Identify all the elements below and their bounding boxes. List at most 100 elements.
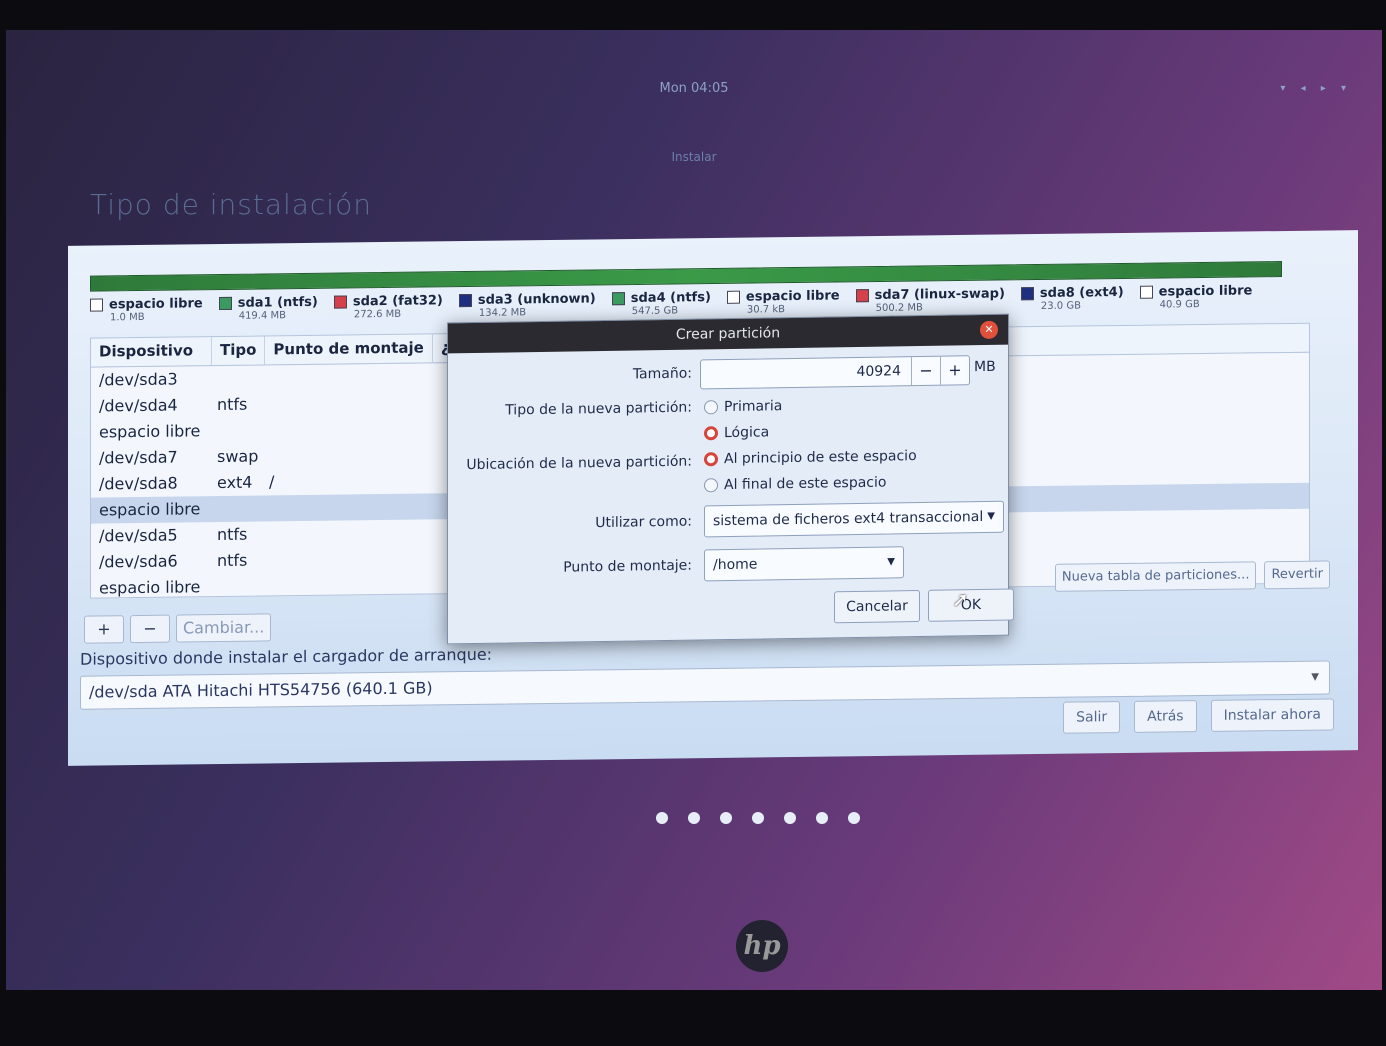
plus-button[interactable]: + [940,356,969,385]
cell-type [217,495,269,522]
legend-item: sda2 (fat32) 272.6 MB [333,293,443,321]
progress-dot [848,812,860,824]
cell-device: espacio libre [99,577,201,598]
progress-dot [752,812,764,824]
window-title: Instalar [671,150,717,164]
cell-device: espacio libre [99,421,201,442]
col-device[interactable]: Dispositivo [91,337,212,367]
legend-item: sda8 (ext4) 23.0 GB [1020,285,1124,312]
legend-size: 1.0 MB [110,311,145,324]
cell-device: /dev/sda7 [99,447,178,468]
cell-type: ext4 [217,472,253,493]
use-as-value: sistema de ficheros ext4 transaccional [713,508,984,530]
cell-mount [269,391,329,418]
back-button[interactable]: Atrás [1134,700,1197,733]
progress-dot [720,812,732,824]
cell-mount [269,573,329,600]
legend-swatch [726,290,740,304]
add-partition-button[interactable]: + [84,615,124,644]
navigation-buttons: Salir Atrás Instalar ahora [1063,698,1334,734]
legend-label: espacio libre [109,296,203,313]
legend-size: 272.6 MB [353,308,402,321]
install-now-button[interactable]: Instalar ahora [1210,698,1334,732]
progress-dot [656,812,668,824]
chevron-down-icon: ▼ [1311,671,1319,683]
radio-on-icon [704,426,718,441]
size-input[interactable]: 40924 [701,357,911,388]
type-label: Tipo de la nueva partición: [505,399,692,419]
legend-item: sda3 (unknown) 134.2 MB [458,291,596,319]
col-type[interactable]: Tipo [212,336,266,366]
cell-type: ntfs [217,524,248,545]
table-actions: Nueva tabla de particiones... Revertir [1054,560,1330,592]
cell-mount [269,547,329,574]
radio-primary[interactable]: Primaria [704,398,782,415]
legend-item: espacio libre 1.0 MB [90,296,203,323]
quit-button[interactable]: Salir [1063,701,1121,734]
size-unit: MB [974,358,996,376]
legend-label: sda1 (ntfs) [237,294,318,311]
legend-size: 419.4 MB [238,310,286,322]
cell-type: ntfs [217,394,248,415]
cell-mount: / [269,472,275,492]
legend-label: sda4 (ntfs) [630,290,711,307]
legend-size: 500.2 MB [875,302,923,315]
legend-size: 30.7 kB [746,304,785,316]
radio-logical[interactable]: Lógica [704,424,769,441]
legend-size: 40.9 GB [1159,299,1200,311]
clock[interactable]: Mon 04:05 [659,81,728,96]
legend-swatch [90,298,103,312]
mount-point-value[interactable]: /home [713,557,757,574]
new-partition-table-button[interactable]: Nueva tabla de particiones... [1054,561,1257,592]
top-panel: Mon 04:05 ▾ ◂ ▸ ▾ [6,74,1382,104]
ok-button[interactable]: OK [928,588,1014,622]
legend-item: espacio libre 30.7 kB [726,288,840,316]
cell-device: /dev/sda3 [99,369,178,390]
radio-logical-label: Lógica [724,424,770,442]
cell-type: ntfs [217,550,248,571]
cell-device: /dev/sda4 [99,395,178,416]
remove-partition-button[interactable]: − [130,614,170,644]
revert-button[interactable]: Revertir [1264,560,1330,590]
cancel-button[interactable]: Cancelar [834,589,920,624]
legend-swatch [218,296,232,311]
cell-mount [269,521,329,548]
use-as-select[interactable]: sistema de ficheros ext4 transaccional ▼ [704,500,1004,538]
legend-swatch [458,293,472,308]
cell-device: /dev/sda8 [99,473,178,494]
cell-device: /dev/sda5 [99,525,178,546]
cell-type [217,365,269,392]
progress-dot [784,812,796,824]
radio-primary-label: Primaria [724,398,783,416]
bootloader-label: Dispositivo donde instalar el cargador d… [80,644,493,669]
mount-point-combo[interactable]: /home ▼ [704,546,904,582]
mouse-pointer-icon: ➚ [952,587,969,612]
radio-on-icon [704,452,718,467]
cell-type [217,417,269,444]
legend-size: 23.0 GB [1040,300,1081,312]
legend-size: 547.5 GB [631,305,679,317]
radio-location-start-label: Al principio de este espacio [724,448,917,468]
use-as-label: Utilizar como: [595,513,692,532]
hp-logo: hp [736,920,788,972]
legend-swatch [855,289,869,303]
radio-location-end[interactable]: Al final de este espacio [704,475,886,494]
size-stepper[interactable]: 40924 − + [700,355,970,390]
progress-dots [656,812,860,824]
change-partition-button[interactable]: Cambiar... [176,613,272,643]
cell-device: espacio libre [99,499,201,520]
cell-mount [269,417,329,444]
system-tray-icons[interactable]: ▾ ◂ ▸ ▾ [1280,74,1352,104]
page-title: Tipo de instalación [90,188,372,221]
progress-dot [816,812,828,824]
col-mount[interactable]: Punto de montaje [265,334,433,365]
cell-device: /dev/sda6 [99,551,178,572]
legend-item: espacio libre 40.9 GB [1139,283,1253,311]
radio-location-start[interactable]: Al principio de este espacio [704,448,917,467]
legend-label: espacio libre [1158,283,1253,300]
chevron-down-icon[interactable]: ▼ [887,547,895,577]
minus-button[interactable]: − [911,356,940,386]
legend-swatch [1020,287,1034,301]
progress-dot [688,812,700,824]
size-label: Tamaño: [632,365,692,383]
